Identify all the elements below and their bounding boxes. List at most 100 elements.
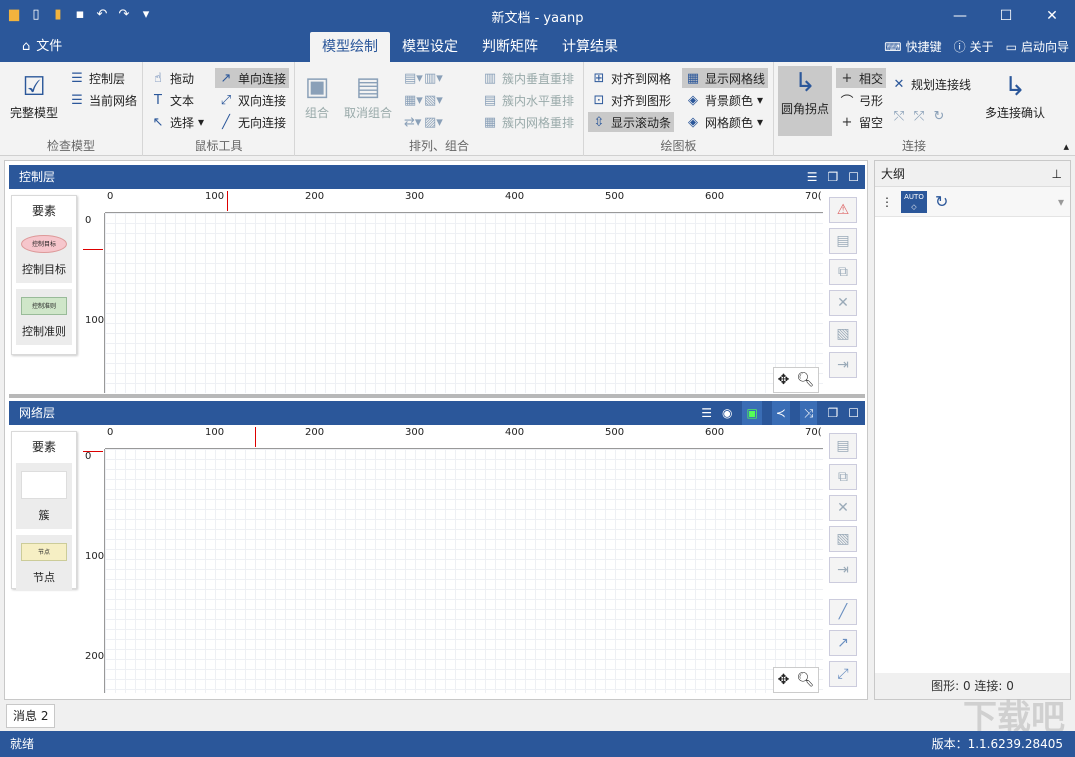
network-drawing-canvas[interactable] xyxy=(105,449,823,693)
multi-confirm-button[interactable]: ↳ 多连接确认 xyxy=(980,70,1050,121)
intersect-button[interactable]: + 相交 xyxy=(836,68,887,88)
auto-layout-button[interactable]: ⚠ xyxy=(829,197,857,223)
maximize-button[interactable]: ☐ xyxy=(983,0,1029,32)
copy-button[interactable]: ⧉ xyxy=(829,464,857,490)
restore-icon[interactable]: ❐ xyxy=(827,401,838,425)
pan-zoom-control[interactable]: ✥ 🔍︎ xyxy=(773,367,819,393)
combine-button[interactable]: ▣ 组合 xyxy=(299,70,335,121)
align-icons-row-3[interactable]: ⇄▾ ▨▾ xyxy=(401,112,443,132)
align-grid-button[interactable]: ⊞ 对齐到网格 xyxy=(588,68,674,88)
align-icons-row-2[interactable]: ▦▾ ▧▾ xyxy=(401,90,443,110)
move-icon[interactable]: ✥ xyxy=(778,672,790,688)
shortcut-label: 快捷键 xyxy=(905,40,942,54)
text-tool-button[interactable]: T 文本 xyxy=(147,90,197,110)
control-layer-button[interactable]: ☰ 控制层 xyxy=(66,68,128,88)
delete-button[interactable]: ✕ xyxy=(829,290,857,316)
wizard-link[interactable]: ▭ 启动向导 xyxy=(1006,32,1069,62)
current-network-button[interactable]: ☰ 当前网络 xyxy=(66,90,140,110)
about-link[interactable]: ⓘ 关于 xyxy=(954,32,994,62)
sort-icon[interactable]: ☰ xyxy=(807,165,818,189)
vertical-ruler: 0 100 200 xyxy=(83,449,105,693)
grid-color-button[interactable]: ◈ 网格颜色 ▾ xyxy=(682,112,766,132)
tab-results[interactable]: 计算结果 xyxy=(550,32,630,62)
tab-model-draw[interactable]: 模型绘制 xyxy=(310,32,390,62)
no-dir-connect-button[interactable]: ╱ 无向连接 xyxy=(215,112,289,132)
shortcut-link[interactable]: ⌨ 快捷键 xyxy=(884,32,941,62)
double-arrow-connector-button[interactable]: ⤢ xyxy=(829,661,857,687)
collapse-ribbon-icon[interactable]: ▴ xyxy=(1063,140,1069,153)
cluster-grid-button[interactable]: ▦ 簇内网格重排 xyxy=(479,112,577,132)
align-icons-row-1[interactable]: ▤▾ ▥▾ xyxy=(401,68,443,88)
uncombine-icon: ▤ xyxy=(355,72,381,102)
align-shape-button[interactable]: ⊡ 对齐到图形 xyxy=(588,90,674,110)
restore-icon[interactable]: ❐ xyxy=(827,165,838,189)
paste-button[interactable]: ▤ xyxy=(829,433,857,459)
split-connector-icon: ⤲ xyxy=(893,108,905,124)
show-grid-button[interactable]: ▦ 显示网格线 xyxy=(682,68,769,88)
cluster-horizontal-button[interactable]: ▤ 簇内水平重排 xyxy=(479,90,577,110)
full-model-button[interactable]: ☑ 完整模型 xyxy=(4,70,64,121)
bg-color-button[interactable]: ◈ 背景颜色 ▾ xyxy=(682,90,766,110)
palette-item-node[interactable]: 节点 节点 xyxy=(16,535,72,591)
export-image-button[interactable]: ▧ xyxy=(829,321,857,347)
close-button[interactable]: ✕ xyxy=(1029,0,1075,32)
tab-model-settings[interactable]: 模型设定 xyxy=(390,32,470,62)
maximize-panel-icon[interactable]: ☐ xyxy=(848,165,859,189)
list-icon: ☰ xyxy=(71,70,83,86)
auto-fit-button[interactable]: AUTO ◇ xyxy=(901,190,927,213)
sort-icon[interactable]: ☰ xyxy=(701,401,712,425)
eye-icon[interactable]: ◉ xyxy=(722,401,732,425)
select-tool-button[interactable]: ↖ 选择 ▾ xyxy=(147,112,207,132)
multi-connector-icon: ↳ xyxy=(1004,72,1026,102)
export-button[interactable]: ⇥ xyxy=(829,352,857,378)
messages-tab[interactable]: 消息 2 xyxy=(6,704,56,728)
paste-button[interactable]: ▤ xyxy=(829,228,857,254)
move-icon[interactable]: ✥ xyxy=(778,372,790,388)
export-image-button[interactable]: ▧ xyxy=(829,526,857,552)
plan-lines-button[interactable]: ✕ 规划连接线 xyxy=(888,74,974,94)
gap-button[interactable]: + 留空 xyxy=(836,112,886,132)
refresh-icon[interactable]: ↻ xyxy=(935,192,948,211)
uncombine-button[interactable]: ▤ 取消组合 xyxy=(339,70,397,121)
maximize-panel-icon[interactable]: ☐ xyxy=(848,401,859,425)
layer-divider[interactable] xyxy=(9,394,865,398)
ribbon: ☑ 完整模型 ☰ 控制层 ☰ 当前网络 检查模型 ☝ 拖动 T 文本 ↖ 选择 ▾ ↗ 单向连… xyxy=(0,62,1075,156)
export-button[interactable]: ⇥ xyxy=(829,557,857,583)
text-label: 文本 xyxy=(170,93,195,108)
scatter-icon[interactable]: ⤨ xyxy=(799,401,818,425)
tab-judgment-matrix[interactable]: 判断矩阵 xyxy=(470,32,550,62)
connector-tools-row[interactable]: ⤲ ⤱ ↻ xyxy=(888,106,950,126)
cluster-vertical-button[interactable]: ▥ 簇内垂直重排 xyxy=(479,68,577,88)
two-way-connect-button[interactable]: ⤢ 双向连接 xyxy=(215,90,289,110)
status-text: 就绪 xyxy=(10,737,35,751)
ruler-tick: 0 xyxy=(85,451,92,462)
zoom-icon[interactable]: 🔍︎ xyxy=(797,372,815,388)
curve-connector-icon: ↳ xyxy=(794,68,816,98)
palette-item-control-goal[interactable]: 控制目标 控制目标 xyxy=(16,227,72,283)
cluster-view-icon[interactable]: ▣ xyxy=(742,401,762,425)
group-label-connect: 连接 xyxy=(901,139,926,153)
round-corner-button[interactable]: ↳ 圆角拐点 xyxy=(778,66,832,136)
palette-item-control-criterion[interactable]: 控制准则 控制准则 xyxy=(16,289,72,345)
palette-title: 要素 xyxy=(31,440,56,454)
pan-zoom-control[interactable]: ✥ 🔍︎ xyxy=(773,667,819,693)
grid-align-icon: ⊞ xyxy=(593,70,605,86)
dropdown-arrow-icon[interactable]: ▾ xyxy=(1058,195,1064,209)
palette-item-cluster[interactable]: 簇 xyxy=(16,463,72,529)
copy-button[interactable]: ⧉ xyxy=(829,259,857,285)
one-way-connect-button[interactable]: ↗ 单向连接 xyxy=(215,68,290,88)
drag-tool-button[interactable]: ☝ 拖动 xyxy=(147,68,197,88)
arc-button[interactable]: ⌒ 弓形 xyxy=(836,90,886,110)
minimize-button[interactable]: — xyxy=(937,0,983,32)
plan-lines-label: 规划连接线 xyxy=(911,77,972,92)
share-icon[interactable]: ≺ xyxy=(771,401,790,425)
control-drawing-canvas[interactable] xyxy=(105,213,823,393)
pin-icon[interactable]: ⊥ xyxy=(1052,161,1062,187)
zoom-icon[interactable]: 🔍︎ xyxy=(797,672,815,688)
delete-button[interactable]: ✕ xyxy=(829,495,857,521)
line-connector-button[interactable]: ╱ xyxy=(829,599,857,625)
file-menu[interactable]: ⌂ 文件 xyxy=(10,32,74,62)
show-scroll-button[interactable]: ⇳ 显示滚动条 xyxy=(588,112,675,132)
align-shape-label: 对齐到图形 xyxy=(611,93,672,108)
arrow-connector-button[interactable]: ↗ xyxy=(829,630,857,656)
